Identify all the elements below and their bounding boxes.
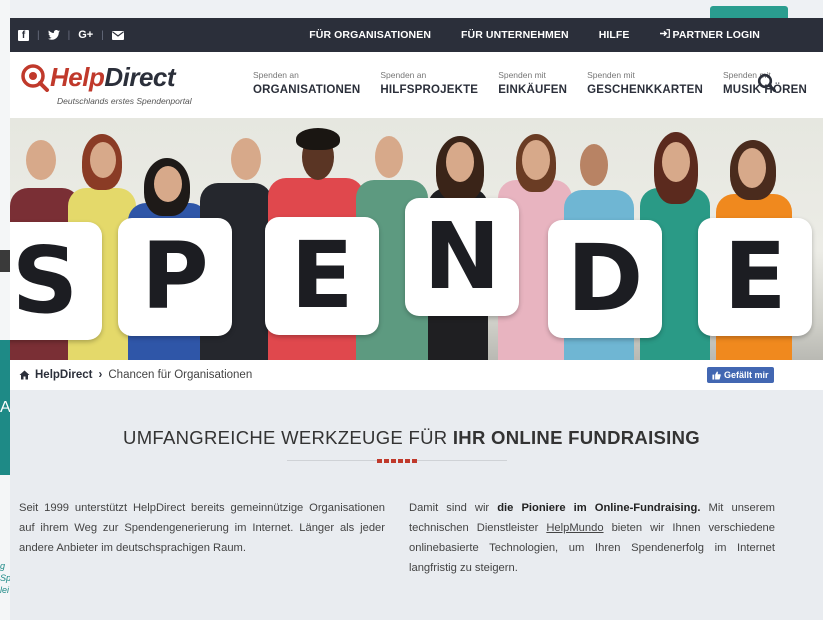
logo-help: Help [50,62,105,92]
right-text-bold: die Pioniere im Online-Fundraising. [497,502,701,514]
hero-letter-card: E [698,218,812,336]
top-link-unternehmen[interactable]: FÜR UNTERNEHMEN [446,29,584,41]
hero-letter-card: D [548,220,662,338]
hero-person-head [446,142,474,182]
nav-subtitle: Spenden an [253,70,299,80]
nav-einkaeufen[interactable]: Spenden mit EINKÄUFEN [498,70,567,96]
nav-subtitle: Spenden mit [587,70,635,80]
teal-tab[interactable] [710,6,788,18]
nav-hilfsprojekte[interactable]: Spenden an HILFSPROJEKTE [380,70,478,96]
separator: | [37,29,40,41]
logo-mark-icon [21,64,49,92]
main-nav: Spenden an ORGANISATIONEN Spenden an HILFS… [253,70,823,96]
title-divider-accent [377,459,417,463]
hero-person-head [662,142,690,182]
partner-login-link[interactable]: PARTNER LOGIN [645,29,775,41]
thumbs-up-icon [712,370,721,380]
like-label: Gefällt mir [724,370,769,380]
breadcrumb-separator: › [98,369,103,381]
section-title-light: UMFANGREICHE WERKZEUGE FÜR [123,427,453,448]
right-text-intro: Damit sind wir [409,502,498,514]
top-link-organisationen[interactable]: FÜR ORGANISATIONEN [294,29,446,41]
nav-label: HILFSPROJEKTE [380,84,479,96]
breadcrumb-home-link[interactable]: HelpDirect [35,369,93,381]
facebook-icon[interactable]: f [18,29,29,41]
page: f | | G+ | FÜR ORGANISATIONEN FÜR UNTERN… [10,0,823,620]
home-icon [19,370,30,380]
hero-person-head [375,136,403,178]
intro-paragraph-right: Damit sind wir die Pioniere im Online-Fu… [409,498,775,578]
nav-label: EINKÄUFEN [498,84,568,96]
breadcrumb: HelpDirect › Chancen für Organisationen [19,369,252,381]
hero-letter-card: P [118,218,232,336]
hero-letter-card: E [265,217,379,335]
breadcrumb-current: Chancen für Organisationen [108,369,253,381]
hero-letter-card: N [405,198,519,316]
hero-person-hair [296,128,340,150]
nav-subtitle: Spenden an [380,70,427,80]
top-strip [10,0,823,18]
mail-icon[interactable] [111,30,124,40]
login-icon [659,29,670,38]
breadcrumb-bar: HelpDirect › Chancen für Organisationen … [10,360,823,390]
top-nav: FÜR ORGANISATIONEN FÜR UNTERNEHMEN HILFE… [294,18,775,52]
helpmundo-link[interactable]: HelpMundo [546,522,603,534]
facebook-like-button[interactable]: Gefällt mir [707,367,774,383]
nav-organisationen[interactable]: Spenden an ORGANISATIONEN [253,70,360,96]
logo-tagline: Deutschlands erstes Spendenportal [57,96,192,106]
hero-banner: S P E N D E [10,118,823,360]
hero-letter-card: S [10,222,102,340]
header: HelpDirect Deutschlands erstes Spendenpo… [10,52,823,118]
nav-label: ORGANISATIONEN [253,84,361,96]
section-title-bold: IHR ONLINE FUNDRAISING [452,427,700,448]
hero-person-head [231,138,261,180]
nav-label: GESCHENKKARTEN [587,84,703,96]
hero-person-head [154,166,182,202]
logo[interactable]: HelpDirect Deutschlands erstes Spendenpo… [20,62,210,112]
intro-paragraph-left: Seit 1999 unterstützt HelpDirect bereits… [19,502,385,554]
logo-name: HelpDirect [50,62,176,93]
social-links: f | | G+ | [18,18,124,52]
logo-direct: Direct [104,62,176,92]
separator: | [67,29,71,41]
google-plus-icon[interactable]: G+ [78,29,93,41]
top-link-hilfe[interactable]: HILFE [584,29,645,41]
section-title: UMFANGREICHE WERKZEUGE FÜR IHR ONLINE FU… [10,427,813,449]
partner-login-label: PARTNER LOGIN [672,29,760,41]
hero-person-head [522,140,550,180]
hero-person-head [580,144,608,186]
twitter-icon[interactable] [47,30,60,40]
hero-person-head [738,148,766,188]
nav-subtitle: Spenden mit [498,70,546,80]
hero-person-head [26,140,56,180]
hero-person-head [90,142,116,178]
search-icon[interactable] [757,73,777,93]
nav-geschenkkarten[interactable]: Spenden mit GESCHENKKARTEN [587,70,703,96]
separator: | [101,29,104,41]
top-bar: f | | G+ | FÜR ORGANISATIONEN FÜR UNTERN… [10,18,823,52]
